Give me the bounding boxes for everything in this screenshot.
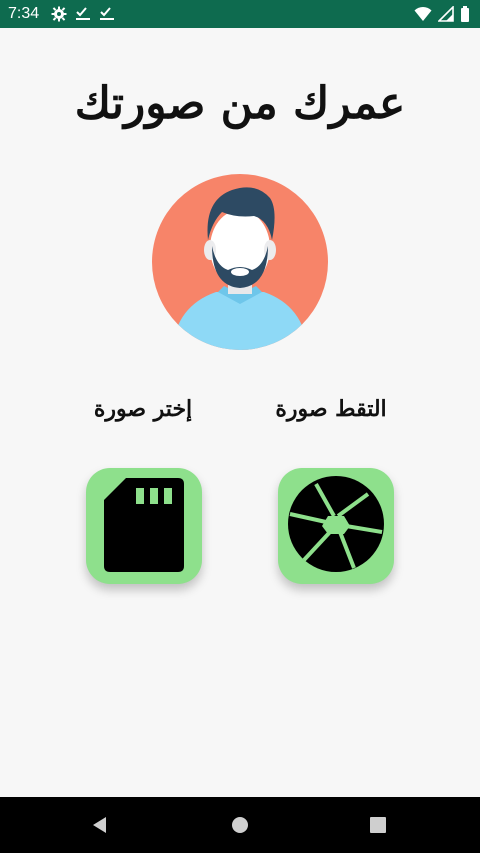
home-icon[interactable]	[210, 797, 270, 853]
status-notification-icons	[51, 6, 115, 22]
avatar	[152, 174, 328, 350]
choose-photo-label: إختر صورة	[93, 396, 193, 422]
sd-card-icon	[104, 474, 184, 578]
check-icon	[75, 6, 91, 22]
camera-shutter-icon	[288, 476, 384, 576]
status-time: 7:34	[8, 5, 40, 22]
status-system-icons	[414, 0, 470, 28]
capture-photo-label: التقط صورة	[275, 396, 387, 422]
recents-icon[interactable]	[348, 797, 408, 853]
signal-icon	[438, 6, 454, 22]
choose-photo-button[interactable]	[86, 468, 202, 584]
check-icon	[99, 6, 115, 22]
status-bar: 7:34	[0, 0, 480, 28]
back-icon[interactable]	[70, 797, 130, 853]
navigation-bar	[0, 797, 480, 853]
page-title: عمرك من صورتك	[74, 78, 406, 129]
capture-photo-button[interactable]	[278, 468, 394, 584]
battery-icon	[460, 6, 470, 22]
gear-icon	[51, 6, 67, 22]
wifi-icon	[414, 6, 432, 22]
